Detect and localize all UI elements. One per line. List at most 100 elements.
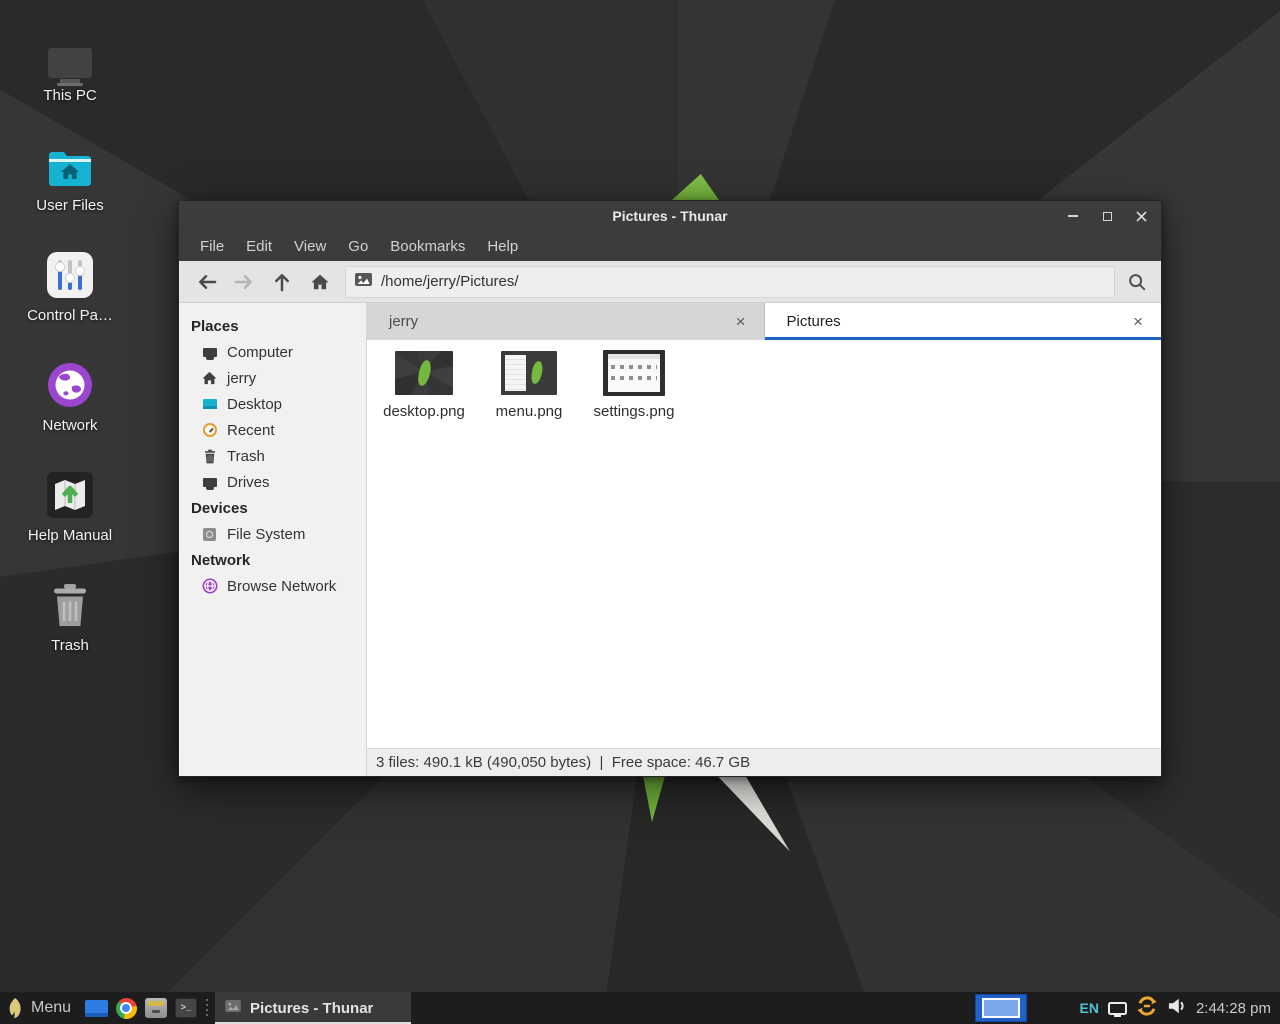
desktop-icon-label: Control Pa… [27, 307, 113, 324]
desktop-icon-control-panel[interactable]: Control Pa… [0, 248, 140, 358]
search-button[interactable] [1115, 264, 1159, 300]
taskbar-window-button[interactable]: Pictures - Thunar [215, 992, 411, 1024]
file-view[interactable]: desktop.png menu.png settings.png [367, 340, 1161, 748]
menu-edit[interactable]: Edit [235, 238, 283, 255]
sidebar-header-places: Places [179, 313, 366, 339]
trash-icon [50, 578, 90, 628]
side-pane: Places Computer jerry Desktop [179, 303, 367, 776]
file-settings-png[interactable]: settings.png [585, 349, 683, 420]
help-manual-icon [47, 468, 93, 518]
display-icon[interactable] [1108, 1002, 1127, 1015]
image-file-icon [225, 999, 241, 1017]
desktop-icon-this-pc[interactable]: This PC [0, 28, 140, 138]
control-panel-icon [47, 248, 93, 298]
tab-close-icon[interactable]: × [732, 311, 750, 332]
keyboard-layout-indicator[interactable]: EN [1079, 1000, 1098, 1016]
desktop-icon-label: Network [42, 417, 97, 434]
system-tray: EN 2:44:28 pm [1079, 995, 1280, 1022]
sidebar-item-drives[interactable]: Drives [179, 469, 366, 495]
menu-view[interactable]: View [283, 238, 337, 255]
menu-bookmarks[interactable]: Bookmarks [379, 238, 476, 255]
panel-separator [203, 995, 211, 1021]
image-thumbnail [501, 349, 557, 397]
computer-icon [48, 28, 92, 78]
minimize-button[interactable] [1063, 205, 1083, 227]
show-desktop-button[interactable] [81, 992, 111, 1024]
hard-drive-icon [201, 526, 218, 543]
trash-icon [201, 448, 218, 465]
computer-icon [201, 344, 218, 361]
address-path: /home/jerry/Pictures/ [381, 273, 519, 290]
clock[interactable]: 2:44:28 pm [1196, 1000, 1271, 1017]
desktop-icon-label: This PC [43, 87, 96, 104]
image-thumbnail [395, 349, 453, 397]
desktop-icon-trash[interactable]: Trash [0, 578, 140, 688]
home-button[interactable] [301, 264, 339, 300]
tab-jerry[interactable]: jerry × [367, 303, 765, 340]
terminal-icon: >_ [175, 998, 197, 1018]
sidebar-item-file-system[interactable]: File System [179, 521, 366, 547]
volume-icon[interactable] [1167, 997, 1187, 1020]
file-manager-launcher[interactable] [141, 992, 171, 1024]
sidebar-header-devices: Devices [179, 495, 366, 521]
sidebar-item-recent[interactable]: Recent [179, 417, 366, 443]
sidebar-item-trash[interactable]: Trash [179, 443, 366, 469]
workspace-switcher[interactable] [975, 994, 1027, 1022]
desktop-icon [201, 396, 218, 413]
desktop-icon-label: Trash [51, 637, 89, 654]
menu-bar: File Edit View Go Bookmarks Help [179, 231, 1161, 261]
menu-label: Menu [31, 999, 71, 1017]
file-menu-png[interactable]: menu.png [480, 349, 578, 420]
sidebar-item-desktop[interactable]: Desktop [179, 391, 366, 417]
thunar-window: Pictures - Thunar File Edit View Go Book… [178, 200, 1162, 777]
desktop-icon-label: Help Manual [28, 527, 112, 544]
window-controls [1063, 201, 1151, 231]
file-desktop-png[interactable]: desktop.png [375, 349, 473, 420]
mint-logo-icon [8, 997, 22, 1019]
tab-pictures[interactable]: Pictures × [765, 303, 1162, 340]
search-icon [1126, 271, 1148, 293]
tab-close-icon[interactable]: × [1129, 311, 1147, 332]
wallpaper-mint-logo-tip [671, 174, 719, 200]
taskbar: Menu >_ Pictures - Thunar EN [0, 992, 1280, 1024]
home-folder-icon [47, 138, 93, 188]
back-button[interactable] [187, 264, 225, 300]
wallpaper-mint-logo-sliver [640, 776, 665, 822]
terminal-launcher[interactable]: >_ [171, 992, 201, 1024]
home-icon [201, 370, 218, 387]
desktop-wallpaper: This PC User Files [0, 0, 1280, 1024]
drives-icon [201, 474, 218, 491]
menu-help[interactable]: Help [476, 238, 529, 255]
wallpaper-white-ray [716, 776, 790, 854]
menu-file[interactable]: File [189, 238, 235, 255]
sidebar-item-browse-network[interactable]: Browse Network [179, 573, 366, 599]
desktop-icon-network[interactable]: Network [0, 358, 140, 468]
tab-bar: jerry × Pictures × [367, 303, 1161, 340]
network-globe-icon [47, 358, 93, 408]
status-bar: 3 files: 490.1 kB (490,050 bytes) | Free… [367, 748, 1161, 776]
address-bar[interactable]: /home/jerry/Pictures/ [345, 266, 1115, 298]
update-manager-icon[interactable] [1136, 995, 1158, 1022]
sidebar-item-computer[interactable]: Computer [179, 339, 366, 365]
maximize-button[interactable] [1097, 205, 1117, 227]
toolbar: /home/jerry/Pictures/ [179, 261, 1161, 303]
sidebar-header-network: Network [179, 547, 366, 573]
image-file-icon [355, 273, 372, 291]
sidebar-item-home[interactable]: jerry [179, 365, 366, 391]
clock-icon [201, 422, 218, 439]
forward-button[interactable] [225, 264, 263, 300]
file-cabinet-icon [145, 998, 167, 1018]
close-button[interactable] [1131, 205, 1151, 227]
chrome-launcher[interactable] [111, 992, 141, 1024]
menu-go[interactable]: Go [337, 238, 379, 255]
menu-button[interactable]: Menu [0, 992, 81, 1024]
chrome-icon [116, 998, 137, 1019]
image-thumbnail [603, 349, 665, 397]
desktop-icon-label: User Files [36, 197, 104, 214]
window-titlebar: Pictures - Thunar [179, 201, 1161, 231]
up-button[interactable] [263, 264, 301, 300]
desktop-icon-help-manual[interactable]: Help Manual [0, 468, 140, 578]
window-title: Pictures - Thunar [612, 208, 727, 224]
desktop-icon-user-files[interactable]: User Files [0, 138, 140, 248]
desktop-icon-column: This PC User Files [0, 28, 140, 688]
